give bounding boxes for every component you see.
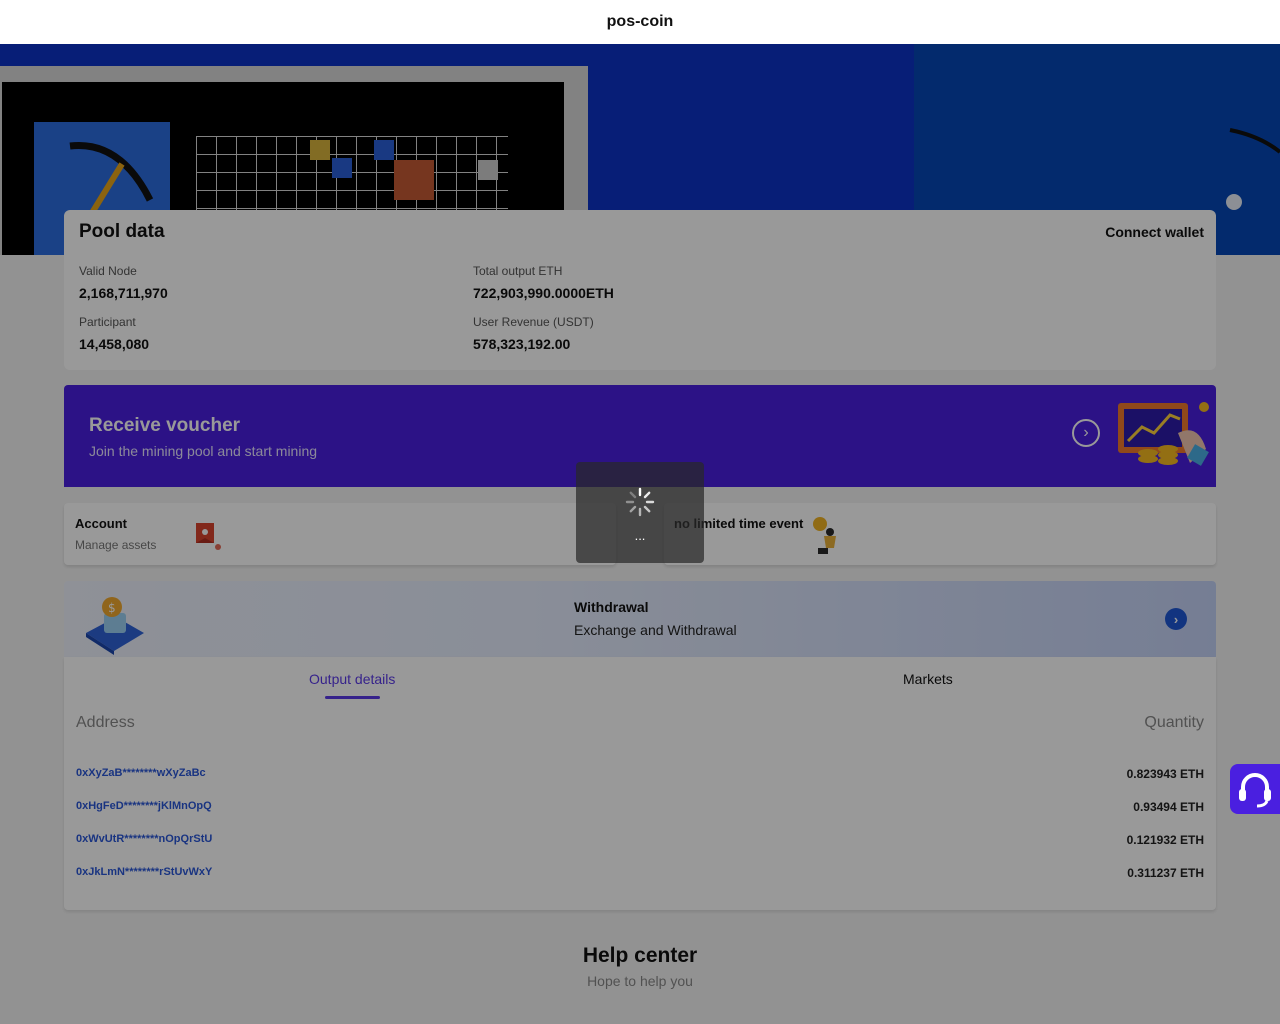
svg-text:$: $ [108,601,116,615]
table-row-address[interactable]: 0xHgFeD********jKlMnOpQ [76,800,212,812]
output-details-panel: Output details Markets Address Quantity … [64,657,1216,910]
stat-label-user-revenue: User Revenue (USDT) [473,315,594,329]
stat-value-user-revenue: 578,323,192.00 [473,336,571,352]
stat-label-valid-node: Valid Node [79,264,137,278]
loading-text: ... [634,528,646,543]
app-title: pos-coin [606,13,674,30]
table-row-quantity: 0.121932 ETH [1126,833,1204,847]
column-header-quantity: Quantity [1144,714,1204,731]
stat-label-participant: Participant [79,315,136,329]
coin-platform-illustration: $ [86,597,144,655]
comet-icon [1226,128,1280,210]
account-subtitle: Manage assets [75,538,157,552]
table-row-quantity: 0.93494 ETH [1133,800,1204,814]
tab-output-details[interactable]: Output details [309,671,395,687]
account-title: Account [75,516,127,531]
table-row-address[interactable]: 0xWvUtR********nOpQrStU [76,833,212,845]
customer-support-button[interactable] [1230,764,1280,814]
headset-icon [1239,773,1271,808]
tab-markets[interactable]: Markets [903,671,953,687]
connect-wallet-button[interactable]: Connect wallet [1105,224,1204,240]
flag-icon [196,523,221,550]
top-bar: pos-coin [0,0,1280,44]
pool-data-title: Pool data [79,221,165,242]
pool-data-card: Pool data Connect wallet Valid Node 2,16… [64,210,1216,370]
withdrawal-title: Withdrawal [574,599,649,615]
stat-value-total-output: 722,903,990.0000ETH [473,285,614,301]
stat-label-total-output: Total output ETH [473,264,563,278]
stat-value-valid-node: 2,168,711,970 [79,285,168,301]
event-card[interactable]: no limited time event [664,503,1216,565]
chevron-right-icon[interactable]: › [1165,608,1187,630]
account-card[interactable]: Account Manage assets [64,503,616,565]
voucher-subtitle: Join the mining pool and start mining [89,443,318,459]
chevron-right-icon[interactable]: › [1072,419,1100,447]
stat-value-participant: 14,458,080 [79,336,150,352]
table-row-quantity: 0.311237 ETH [1127,866,1204,880]
coins-chart-illustration [1118,402,1209,466]
voucher-title: Receive voucher [89,415,241,436]
help-center-subtitle: Hope to help you [587,973,693,989]
column-header-address: Address [76,714,135,731]
trophy-person-icon [813,517,836,554]
withdrawal-subtitle: Exchange and Withdrawal [574,622,737,638]
table-row-address[interactable]: 0xXyZaB********wXyZaBc [76,767,206,779]
withdrawal-banner[interactable]: $ Withdrawal Exchange and Withdrawal › [64,581,1216,657]
spinner-icon [625,487,655,517]
loading-toast: ... [576,462,704,563]
table-row-address[interactable]: 0xJkLmN********rStUvWxY [76,866,212,878]
help-center-title: Help center [582,944,698,967]
active-tab-indicator [325,696,380,699]
table-row-quantity: 0.823943 ETH [1126,767,1204,781]
